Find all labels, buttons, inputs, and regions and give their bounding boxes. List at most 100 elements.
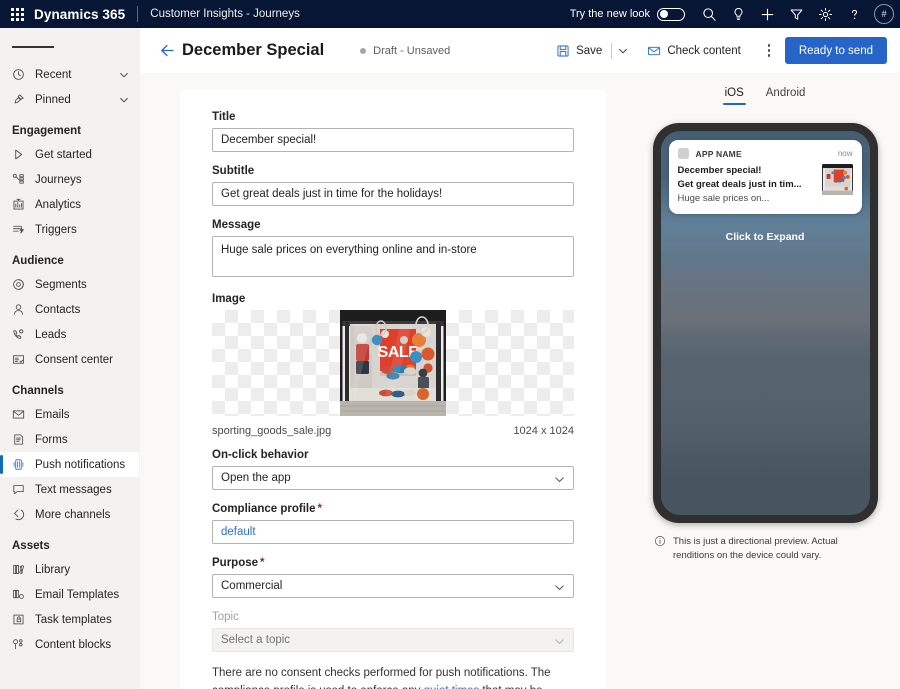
image-field-group: Image: [212, 293, 574, 437]
plus-icon[interactable]: [753, 0, 782, 28]
topic-select-wrap: [212, 628, 574, 652]
more-commands-icon[interactable]: [758, 36, 780, 66]
page-title: December Special: [182, 41, 324, 60]
sidebar-item-task-templates[interactable]: Task templates: [0, 607, 139, 632]
subtitle-input[interactable]: [212, 182, 574, 206]
tab-android[interactable]: Android: [764, 84, 808, 105]
chevron-down-icon[interactable]: [119, 70, 139, 80]
sidebar-item-label: Push notifications: [29, 459, 125, 471]
preview-disclaimer: This is just a directional preview. Actu…: [652, 535, 878, 564]
notification-message: Huge sale prices on...: [678, 192, 816, 206]
status-dot-icon: [360, 48, 366, 54]
sidebar-item-label: Contacts: [29, 304, 80, 316]
sidebar-item-analytics[interactable]: Analytics: [0, 192, 139, 217]
purpose-label-text: Purpose: [212, 557, 258, 569]
topic-field-group: Topic: [212, 611, 574, 652]
message-textarea[interactable]: [212, 236, 574, 277]
subtitle-label: Subtitle: [212, 165, 574, 177]
onclick-behavior-select[interactable]: [212, 466, 574, 490]
notification-timestamp: now: [838, 149, 853, 158]
sidebar-item-triggers[interactable]: Triggers: [0, 217, 139, 242]
sidebar-item-pinned[interactable]: Pinned: [0, 87, 139, 112]
purpose-select[interactable]: [212, 574, 574, 598]
title-field-group: Title: [212, 111, 574, 152]
task-templates-icon: [12, 613, 29, 626]
check-content-label: Check content: [667, 45, 741, 57]
sidebar-item-get-started[interactable]: Get started: [0, 142, 139, 167]
purpose-select-wrap: [212, 574, 574, 598]
sidebar-item-label: Segments: [29, 279, 87, 291]
image-thumbnail[interactable]: SALE: [340, 310, 446, 416]
info-icon: [654, 535, 666, 564]
app-launcher-icon[interactable]: [0, 8, 34, 21]
email-templates-icon: [12, 588, 29, 601]
device-preview-panel: iOS Android APP NAME now: [630, 73, 900, 689]
sidebar-item-email-templates[interactable]: Email Templates: [0, 582, 139, 607]
editor-body: Title Subtitle Message Image: [140, 73, 900, 689]
notification-subtitle: Get great deals just in tim...: [678, 178, 816, 192]
notification-title: December special!: [678, 164, 816, 178]
new-look-toggle[interactable]: Try the new look: [570, 8, 685, 21]
onclick-behavior-label: On-click behavior: [212, 449, 574, 461]
sidebar-collapse-icon[interactable]: [0, 32, 139, 62]
quiet-times-link[interactable]: quiet times: [424, 685, 480, 689]
image-filename: sporting_goods_sale.jpg: [212, 425, 331, 437]
triggers-icon: [12, 223, 29, 236]
brand-title[interactable]: Dynamics 365: [34, 7, 137, 22]
user-avatar[interactable]: #: [874, 4, 894, 24]
gear-icon[interactable]: [811, 0, 840, 28]
compliance-profile-input[interactable]: [212, 520, 574, 544]
search-icon[interactable]: [695, 0, 724, 28]
compliance-profile-label: Compliance profile*: [212, 503, 574, 515]
save-options-chevron-down-icon[interactable]: [613, 36, 633, 66]
image-preview-area[interactable]: SALE: [212, 310, 574, 416]
title-input[interactable]: [212, 128, 574, 152]
play-icon: [12, 148, 29, 161]
sidebar-item-push-notifications[interactable]: Push notifications: [0, 452, 139, 477]
sidebar-item-emails[interactable]: Emails: [0, 402, 139, 427]
sidebar-item-segments[interactable]: Segments: [0, 272, 139, 297]
filter-icon[interactable]: [782, 0, 811, 28]
sidebar-item-journeys[interactable]: Journeys: [0, 167, 139, 192]
sidebar-group-title: Engagement: [0, 112, 139, 142]
sidebar-item-recent[interactable]: Recent: [0, 62, 139, 87]
lightbulb-icon[interactable]: [724, 0, 753, 28]
sidebar-item-label: Consent center: [29, 354, 113, 366]
mail-icon: [12, 408, 29, 421]
sidebar-item-library[interactable]: Library: [0, 557, 139, 582]
sidebar-item-content-blocks[interactable]: Content blocks: [0, 632, 139, 657]
chat-icon: [12, 483, 29, 496]
command-bar-actions: Save Check content Ready to send: [548, 36, 887, 66]
required-asterisk: *: [318, 503, 322, 515]
help-icon[interactable]: [840, 0, 869, 28]
app-name-label[interactable]: Customer Insights - Journeys: [138, 8, 300, 20]
back-arrow-icon[interactable]: [154, 42, 180, 59]
sidebar-item-consent-center[interactable]: Consent center: [0, 347, 139, 372]
push-icon: [12, 458, 29, 471]
topic-select[interactable]: [212, 628, 574, 652]
sidebar-item-leads[interactable]: Leads: [0, 322, 139, 347]
sidebar-item-more-channels[interactable]: More channels: [0, 502, 139, 527]
toggle-switch-icon[interactable]: [657, 8, 685, 21]
chevron-down-icon[interactable]: [119, 95, 139, 105]
subtitle-field-group: Subtitle: [212, 165, 574, 206]
purpose-label: Purpose*: [212, 557, 574, 569]
analytics-icon: [12, 198, 29, 211]
sidebar-item-label: Analytics: [29, 199, 81, 211]
ready-to-send-button[interactable]: Ready to send: [785, 37, 887, 64]
compliance-profile-label-text: Compliance profile: [212, 503, 316, 515]
sidebar-item-forms[interactable]: Forms: [0, 427, 139, 452]
save-button[interactable]: Save: [548, 36, 610, 66]
notification-text-block: December special! Get great deals just i…: [678, 164, 822, 205]
onclick-behavior-field-group: On-click behavior: [212, 449, 574, 490]
sidebar-item-label: Forms: [29, 434, 68, 446]
required-asterisk: *: [260, 557, 264, 569]
tab-ios[interactable]: iOS: [723, 84, 746, 105]
sidebar-item-contacts[interactable]: Contacts: [0, 297, 139, 322]
sidebar-item-label: Text messages: [29, 484, 112, 496]
check-content-button[interactable]: Check content: [639, 36, 749, 66]
sidebar-item-label: More channels: [29, 509, 110, 521]
sidebar-navigation: Recent Pinned Engagement Get started Jou…: [0, 28, 140, 689]
sidebar-item-label: Recent: [29, 69, 71, 81]
sidebar-item-text-messages[interactable]: Text messages: [0, 477, 139, 502]
